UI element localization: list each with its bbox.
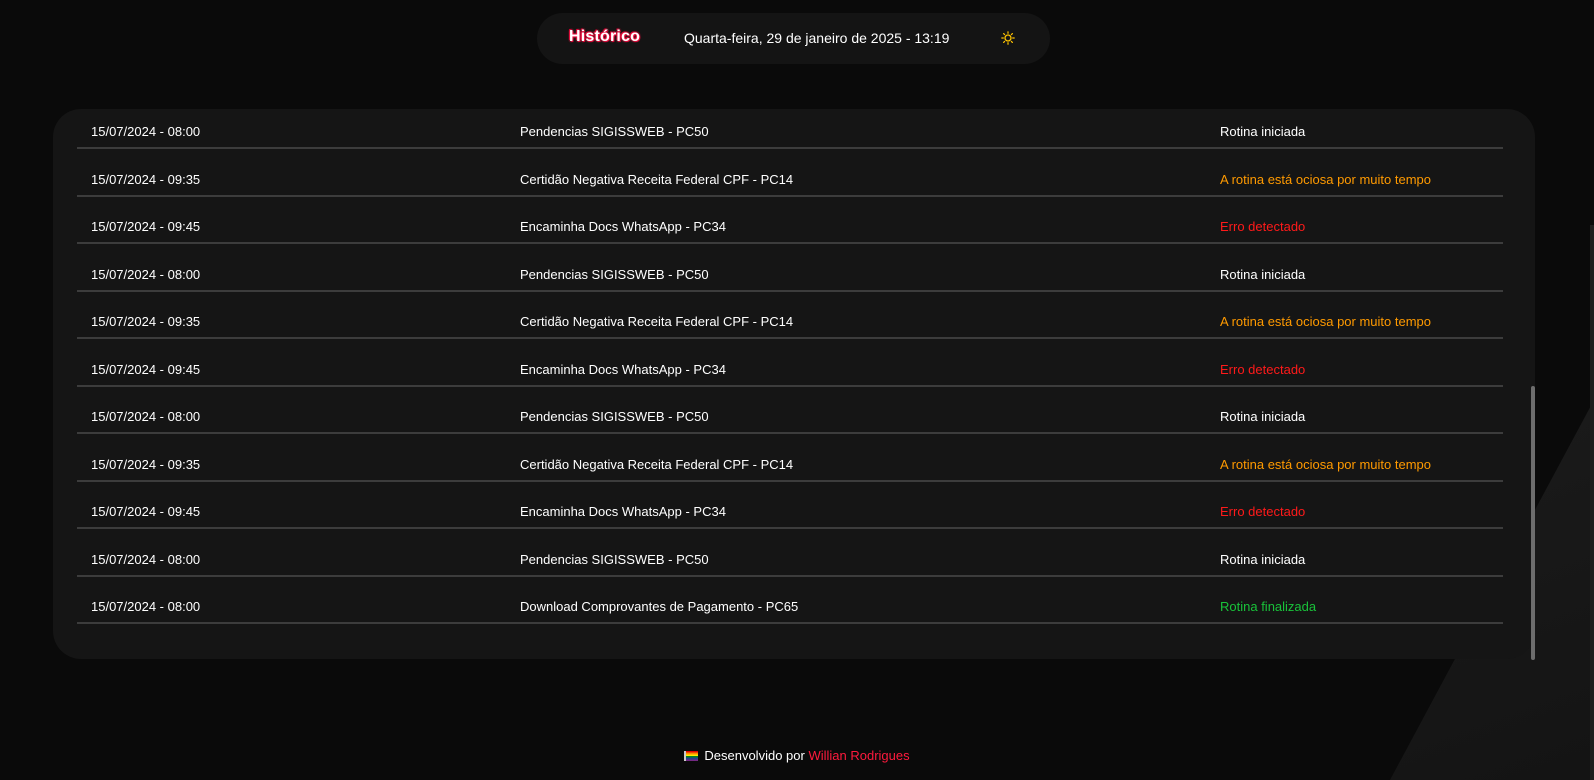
row-date: 15/07/2024 - 08:00 [91, 551, 201, 567]
row-date: 15/07/2024 - 09:45 [91, 219, 201, 234]
row-date: 15/07/2024 - 08:00 [91, 599, 201, 614]
row-task: Pendencias SIGISSWEB - PC50 [520, 266, 709, 282]
row-status: Erro detectado [1220, 504, 1306, 519]
table-row: 15/07/2024 - 08:00 Pendencias SIGISSWEB -… [77, 387, 1503, 434]
table-row: 15/07/2024 - 09:35 Certidão Negativa Rece… [77, 149, 1503, 197]
row-task: Encaminha Docs WhatsApp - PC34 [520, 219, 726, 234]
table-row: 15/07/2024 - 09:45 Encaminha Docs WhatsAp… [77, 339, 1503, 387]
row-status: Rotina iniciada [1220, 409, 1306, 424]
table-row: 15/07/2024 - 08:00 Pendencias SIGISSWEB -… [77, 529, 1503, 577]
table-row: 15/07/2024 - 09:45 Encaminha Docs WhatsAp… [77, 197, 1503, 244]
page-scrollbar-track[interactable] [1590, 225, 1594, 780]
row-task: Certidão Negativa Receita Federal CPF - … [520, 314, 794, 329]
table-row: 15/07/2024 - 09:35 Certidão Negativa Rece… [77, 292, 1503, 339]
history-list: 15/07/2024 - 08:00 Pendencias SIGISSWEB -… [77, 121, 1503, 624]
sun-icon[interactable] [1000, 30, 1016, 46]
page: Histórico Quarta-feira, 29 de janeiro de… [0, 0, 1594, 780]
row-task: Certidão Negativa Receita Federal CPF - … [520, 171, 794, 187]
row-date: 15/07/2024 - 08:00 [91, 266, 201, 282]
table-row: 15/07/2024 - 09:35 Certidão Negativa Rece… [77, 434, 1503, 482]
row-task: Pendencias SIGISSWEB - PC50 [520, 124, 709, 139]
row-task: Encaminha Docs WhatsApp - PC34 [520, 504, 726, 519]
row-task: Pendencias SIGISSWEB - PC50 [520, 551, 709, 567]
page-title: Histórico [569, 28, 641, 45]
row-date: 15/07/2024 - 09:35 [91, 314, 201, 329]
table-row: 15/07/2024 - 08:00 Pendencias SIGISSWEB -… [77, 244, 1503, 292]
footer-prefix: Desenvolvido por [704, 748, 805, 763]
row-date: 15/07/2024 - 09:35 [91, 456, 201, 472]
table-row: 15/07/2024 - 09:45 Encaminha Docs WhatsAp… [77, 482, 1503, 529]
row-date: 15/07/2024 - 09:45 [91, 361, 201, 377]
pride-flag-icon [684, 751, 699, 761]
row-status: Erro detectado [1220, 219, 1306, 234]
row-status: A rotina está ociosa por muito tempo [1220, 171, 1432, 187]
row-date: 15/07/2024 - 08:00 [91, 124, 201, 139]
row-status: Rotina finalizada [1220, 599, 1317, 614]
row-status: A rotina está ociosa por muito tempo [1220, 314, 1432, 329]
table-row: 15/07/2024 - 08:00 Download Comprovantes … [77, 577, 1503, 624]
row-status: Erro detectado [1220, 361, 1306, 377]
row-status: A rotina está ociosa por muito tempo [1220, 456, 1432, 472]
row-date: 15/07/2024 - 09:35 [91, 171, 201, 187]
row-task: Certidão Negativa Receita Federal CPF - … [520, 456, 794, 472]
row-status: Rotina iniciada [1220, 266, 1306, 282]
header-datetime: Quarta-feira, 29 de janeiro de 2025 - 13… [684, 30, 950, 46]
row-status: Rotina iniciada [1220, 124, 1306, 139]
row-date: 15/07/2024 - 09:45 [91, 504, 201, 519]
header-bar: Histórico Quarta-feira, 29 de janeiro de… [537, 13, 1050, 64]
history-panel: 15/07/2024 - 08:00 Pendencias SIGISSWEB -… [53, 109, 1535, 659]
row-date: 15/07/2024 - 08:00 [91, 409, 201, 424]
footer: Desenvolvido por Willian Rodrigues [0, 748, 1594, 763]
author-link[interactable]: Willian Rodrigues [808, 748, 909, 763]
row-task: Pendencias SIGISSWEB - PC50 [520, 409, 709, 424]
panel-scrollbar-thumb[interactable] [1531, 386, 1535, 660]
row-task: Encaminha Docs WhatsApp - PC34 [520, 361, 726, 377]
row-task: Download Comprovantes de Pagamento - PC6… [520, 599, 799, 614]
row-status: Rotina iniciada [1220, 551, 1306, 567]
table-row: 15/07/2024 - 08:00 Pendencias SIGISSWEB -… [77, 121, 1503, 149]
